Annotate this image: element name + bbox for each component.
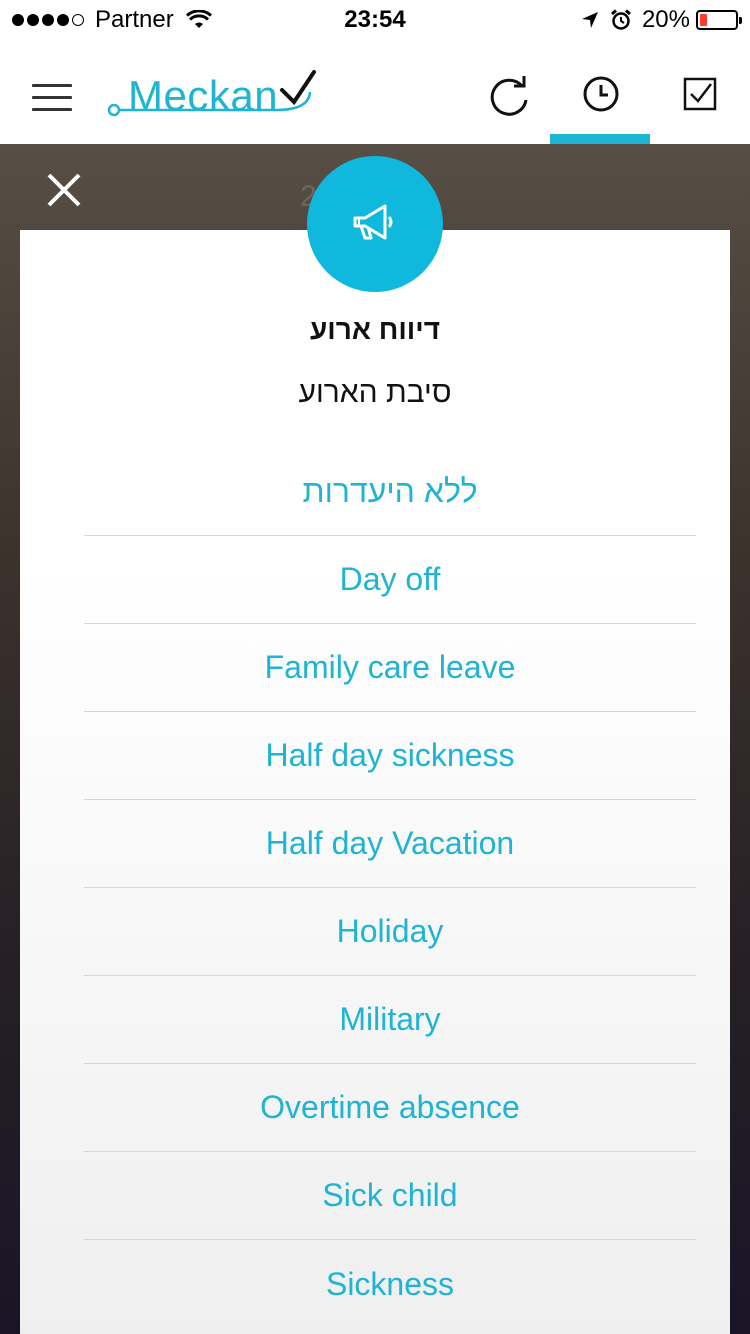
app-header: Meckan — [0, 40, 750, 144]
status-bar: Partner 23:54 20% — [0, 0, 750, 40]
reason-option[interactable]: ללא היעדרות — [84, 448, 696, 536]
reason-option[interactable]: Half day sickness — [84, 712, 696, 800]
hamburger-menu-button[interactable] — [32, 84, 72, 114]
checkbox-icon — [683, 77, 717, 111]
status-right: 20% — [580, 6, 742, 34]
close-icon — [47, 173, 81, 207]
close-button[interactable] — [44, 170, 84, 210]
reason-option[interactable]: Holiday — [84, 888, 696, 976]
battery-percent: 20% — [641, 6, 690, 33]
reason-option[interactable]: Day off — [84, 536, 696, 624]
reason-option[interactable]: Family care leave — [84, 624, 696, 712]
reason-options-list: ללא היעדרות Day off Family care leave Ha… — [84, 448, 696, 1328]
alarm-icon — [610, 9, 631, 30]
location-arrow-icon — [581, 12, 598, 28]
clock-icon — [583, 76, 619, 112]
clock-tab-button[interactable] — [576, 72, 626, 122]
tasks-tab-button[interactable] — [676, 72, 726, 122]
logo-text: Meckan — [128, 72, 279, 119]
reason-option[interactable]: Half day Vacation — [84, 800, 696, 888]
reason-option[interactable]: Military — [84, 976, 696, 1064]
active-tab-indicator — [550, 134, 650, 144]
reason-option[interactable]: Sick child — [84, 1152, 696, 1240]
megaphone-icon — [353, 204, 393, 240]
megaphone-badge — [307, 156, 443, 292]
dialog-subtitle: סיבת הארוע — [298, 376, 452, 409]
dialog-title: דיווח ארוע — [309, 314, 441, 345]
refresh-icon — [490, 76, 528, 116]
battery-icon — [696, 10, 742, 30]
reason-option[interactable]: Overtime absence — [84, 1064, 696, 1152]
meckano-logo: Meckan — [104, 66, 324, 126]
refresh-button[interactable] — [484, 72, 534, 122]
reason-option[interactable]: Sickness — [84, 1240, 696, 1328]
